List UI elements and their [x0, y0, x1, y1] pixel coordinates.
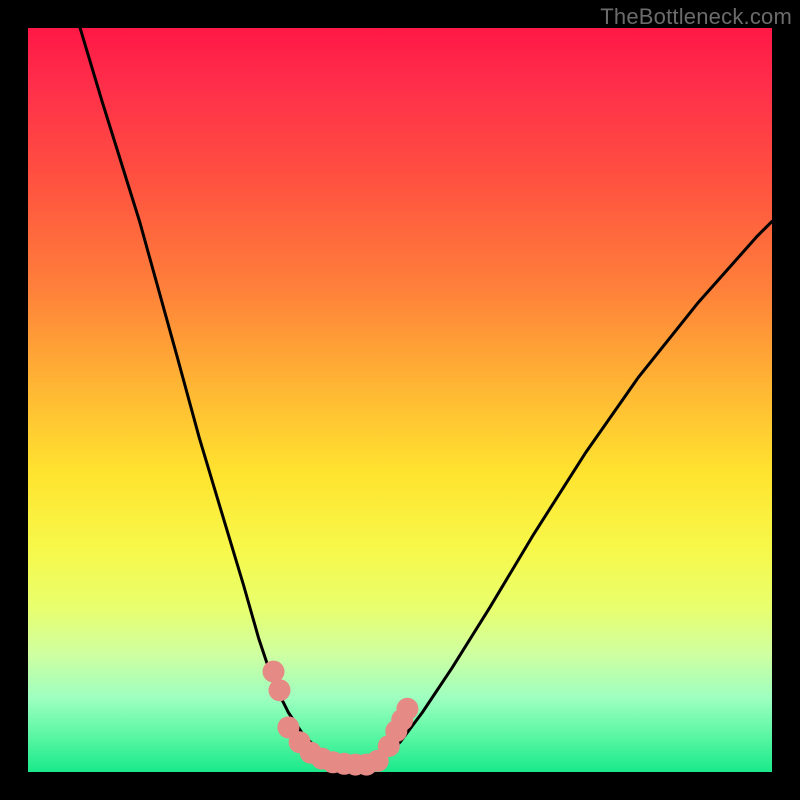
marker-dot — [269, 679, 291, 701]
watermark-text: TheBottleneck.com — [600, 4, 792, 30]
chart-curves-layer — [28, 28, 772, 772]
marker-dot — [396, 698, 418, 720]
marker-dot — [263, 661, 285, 683]
curve-right-curve — [370, 221, 772, 764]
curve-left-curve — [80, 28, 370, 765]
chart-frame: TheBottleneck.com — [0, 0, 800, 800]
